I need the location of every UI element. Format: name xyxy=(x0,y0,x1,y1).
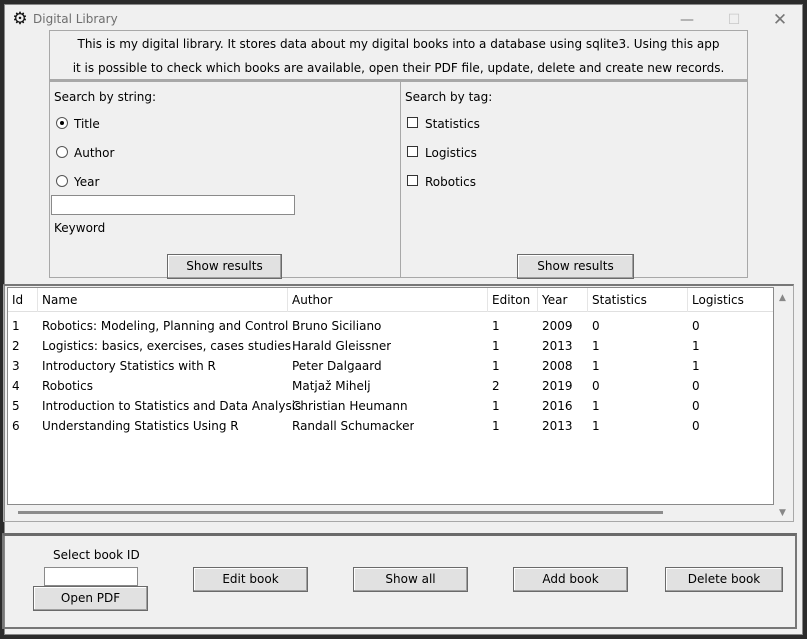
vertical-scrollbar[interactable]: ▲ ▼ xyxy=(776,287,791,521)
cell-author: Randall Schumacker xyxy=(292,419,415,433)
cell-logistics: 0 xyxy=(692,379,700,393)
add-book-button[interactable]: Add book xyxy=(513,567,628,592)
cell-statistics: 0 xyxy=(592,319,600,333)
cell-edition: 1 xyxy=(492,419,500,433)
table-row[interactable]: 1 Robotics: Modeling, Planning and Contr… xyxy=(8,316,773,336)
radio-author-label[interactable]: Author xyxy=(74,146,114,160)
cell-name: Introductory Statistics with R xyxy=(42,359,216,373)
cell-year: 2019 xyxy=(542,379,573,393)
cell-name: Logistics: basics, exercises, cases stud… xyxy=(42,339,292,353)
column-header-id[interactable]: Id xyxy=(8,288,38,312)
search-by-tag-panel: Search by tag: Statistics Logistics Robo… xyxy=(400,80,748,279)
scroll-up-arrow-icon[interactable]: ▲ xyxy=(779,293,786,303)
cell-year: 2013 xyxy=(542,419,573,433)
scroll-down-arrow-icon[interactable]: ▼ xyxy=(779,508,786,518)
cell-name: Understanding Statistics Using R xyxy=(42,419,239,433)
show-all-button[interactable]: Show all xyxy=(353,567,468,592)
cell-author: Peter Dalgaard xyxy=(292,359,382,373)
title-bar[interactable]: ⚙ Digital Library — ☐ ✕ xyxy=(5,5,802,33)
close-button[interactable]: ✕ xyxy=(757,7,803,33)
cell-edition: 1 xyxy=(492,359,500,373)
column-header-logistics[interactable]: Logistics xyxy=(688,288,773,312)
column-header-name[interactable]: Name xyxy=(38,288,288,312)
checkbox-statistics-label[interactable]: Statistics xyxy=(425,117,480,131)
search-by-string-panel: Search by string: Title Author Year Keyw… xyxy=(49,80,401,279)
radio-title[interactable] xyxy=(56,117,68,129)
search-by-tag-heading: Search by tag: xyxy=(405,90,493,104)
cell-statistics: 0 xyxy=(592,379,600,393)
cell-id: 6 xyxy=(12,419,20,433)
description-box: This is my digital library. It stores da… xyxy=(49,30,748,81)
table-row[interactable]: 5 Introduction to Statistics and Data An… xyxy=(8,396,773,416)
cell-statistics: 1 xyxy=(592,399,600,413)
cell-statistics: 1 xyxy=(592,359,600,373)
column-header-edition[interactable]: Editon xyxy=(488,288,538,312)
gear-icon: ⚙ xyxy=(12,9,28,29)
table-row[interactable]: 4 Robotics Matjaž Mihelj 2 2019 0 0 xyxy=(8,376,773,396)
window-title: Digital Library xyxy=(33,12,118,26)
search-by-string-heading: Search by string: xyxy=(54,90,157,104)
cell-year: 2013 xyxy=(542,339,573,353)
cell-author: Matjaž Mihelj xyxy=(292,379,371,393)
select-book-id-label: Select book ID xyxy=(53,548,140,562)
cell-edition: 1 xyxy=(492,399,500,413)
column-header-year[interactable]: Year xyxy=(538,288,588,312)
show-results-string-button[interactable]: Show results xyxy=(167,254,282,279)
cell-year: 2009 xyxy=(542,319,573,333)
cell-edition: 1 xyxy=(492,319,500,333)
horizontal-scrollbar[interactable] xyxy=(18,511,663,514)
keyword-input[interactable] xyxy=(51,195,295,215)
radio-author[interactable] xyxy=(56,146,68,158)
cell-name: Robotics: Modeling, Planning and Control xyxy=(42,319,289,333)
table-header: Id Name Author Editon Year Statistics Lo… xyxy=(8,288,773,312)
cell-logistics: 1 xyxy=(692,339,700,353)
table-row[interactable]: 2 Logistics: basics, exercises, cases st… xyxy=(8,336,773,356)
cell-id: 2 xyxy=(12,339,20,353)
cell-id: 5 xyxy=(12,399,20,413)
radio-year-label[interactable]: Year xyxy=(74,175,99,189)
table-row[interactable]: 3 Introductory Statistics with R Peter D… xyxy=(8,356,773,376)
cell-edition: 1 xyxy=(492,339,500,353)
radio-year[interactable] xyxy=(56,175,68,187)
table-row[interactable]: 6 Understanding Statistics Using R Randa… xyxy=(8,416,773,436)
delete-book-button[interactable]: Delete book xyxy=(665,567,783,592)
edit-book-button[interactable]: Edit book xyxy=(193,567,308,592)
books-table[interactable]: Id Name Author Editon Year Statistics Lo… xyxy=(7,287,774,505)
cell-year: 2008 xyxy=(542,359,573,373)
cell-id: 1 xyxy=(12,319,20,333)
book-id-input[interactable] xyxy=(44,567,138,586)
cell-name: Introduction to Statistics and Data Anal… xyxy=(42,399,302,413)
cell-year: 2016 xyxy=(542,399,573,413)
description-line-1: This is my digital library. It stores da… xyxy=(77,37,720,51)
cell-logistics: 0 xyxy=(692,419,700,433)
cell-logistics: 0 xyxy=(692,399,700,413)
open-pdf-button[interactable]: Open PDF xyxy=(33,586,148,611)
cell-name: Robotics xyxy=(42,379,93,393)
checkbox-logistics[interactable] xyxy=(407,146,418,157)
cell-logistics: 1 xyxy=(692,359,700,373)
cell-edition: 2 xyxy=(492,379,500,393)
cell-statistics: 1 xyxy=(592,339,600,353)
cell-logistics: 0 xyxy=(692,319,700,333)
checkbox-robotics[interactable] xyxy=(407,175,418,186)
show-results-tag-button[interactable]: Show results xyxy=(517,254,634,279)
keyword-label: Keyword xyxy=(54,221,106,235)
cell-id: 4 xyxy=(12,379,20,393)
checkbox-logistics-label[interactable]: Logistics xyxy=(425,146,477,160)
cell-statistics: 1 xyxy=(592,419,600,433)
cell-author: Harald Gleissner xyxy=(292,339,392,353)
radio-title-label[interactable]: Title xyxy=(74,117,100,131)
cell-author: Christian Heumann xyxy=(292,399,408,413)
checkbox-statistics[interactable] xyxy=(407,117,418,128)
cell-id: 3 xyxy=(12,359,20,373)
column-header-statistics[interactable]: Statistics xyxy=(588,288,688,312)
column-header-author[interactable]: Author xyxy=(288,288,488,312)
description-line-2: it is possible to check which books are … xyxy=(72,61,725,75)
checkbox-robotics-label[interactable]: Robotics xyxy=(425,175,476,189)
cell-author: Bruno Siciliano xyxy=(292,319,382,333)
